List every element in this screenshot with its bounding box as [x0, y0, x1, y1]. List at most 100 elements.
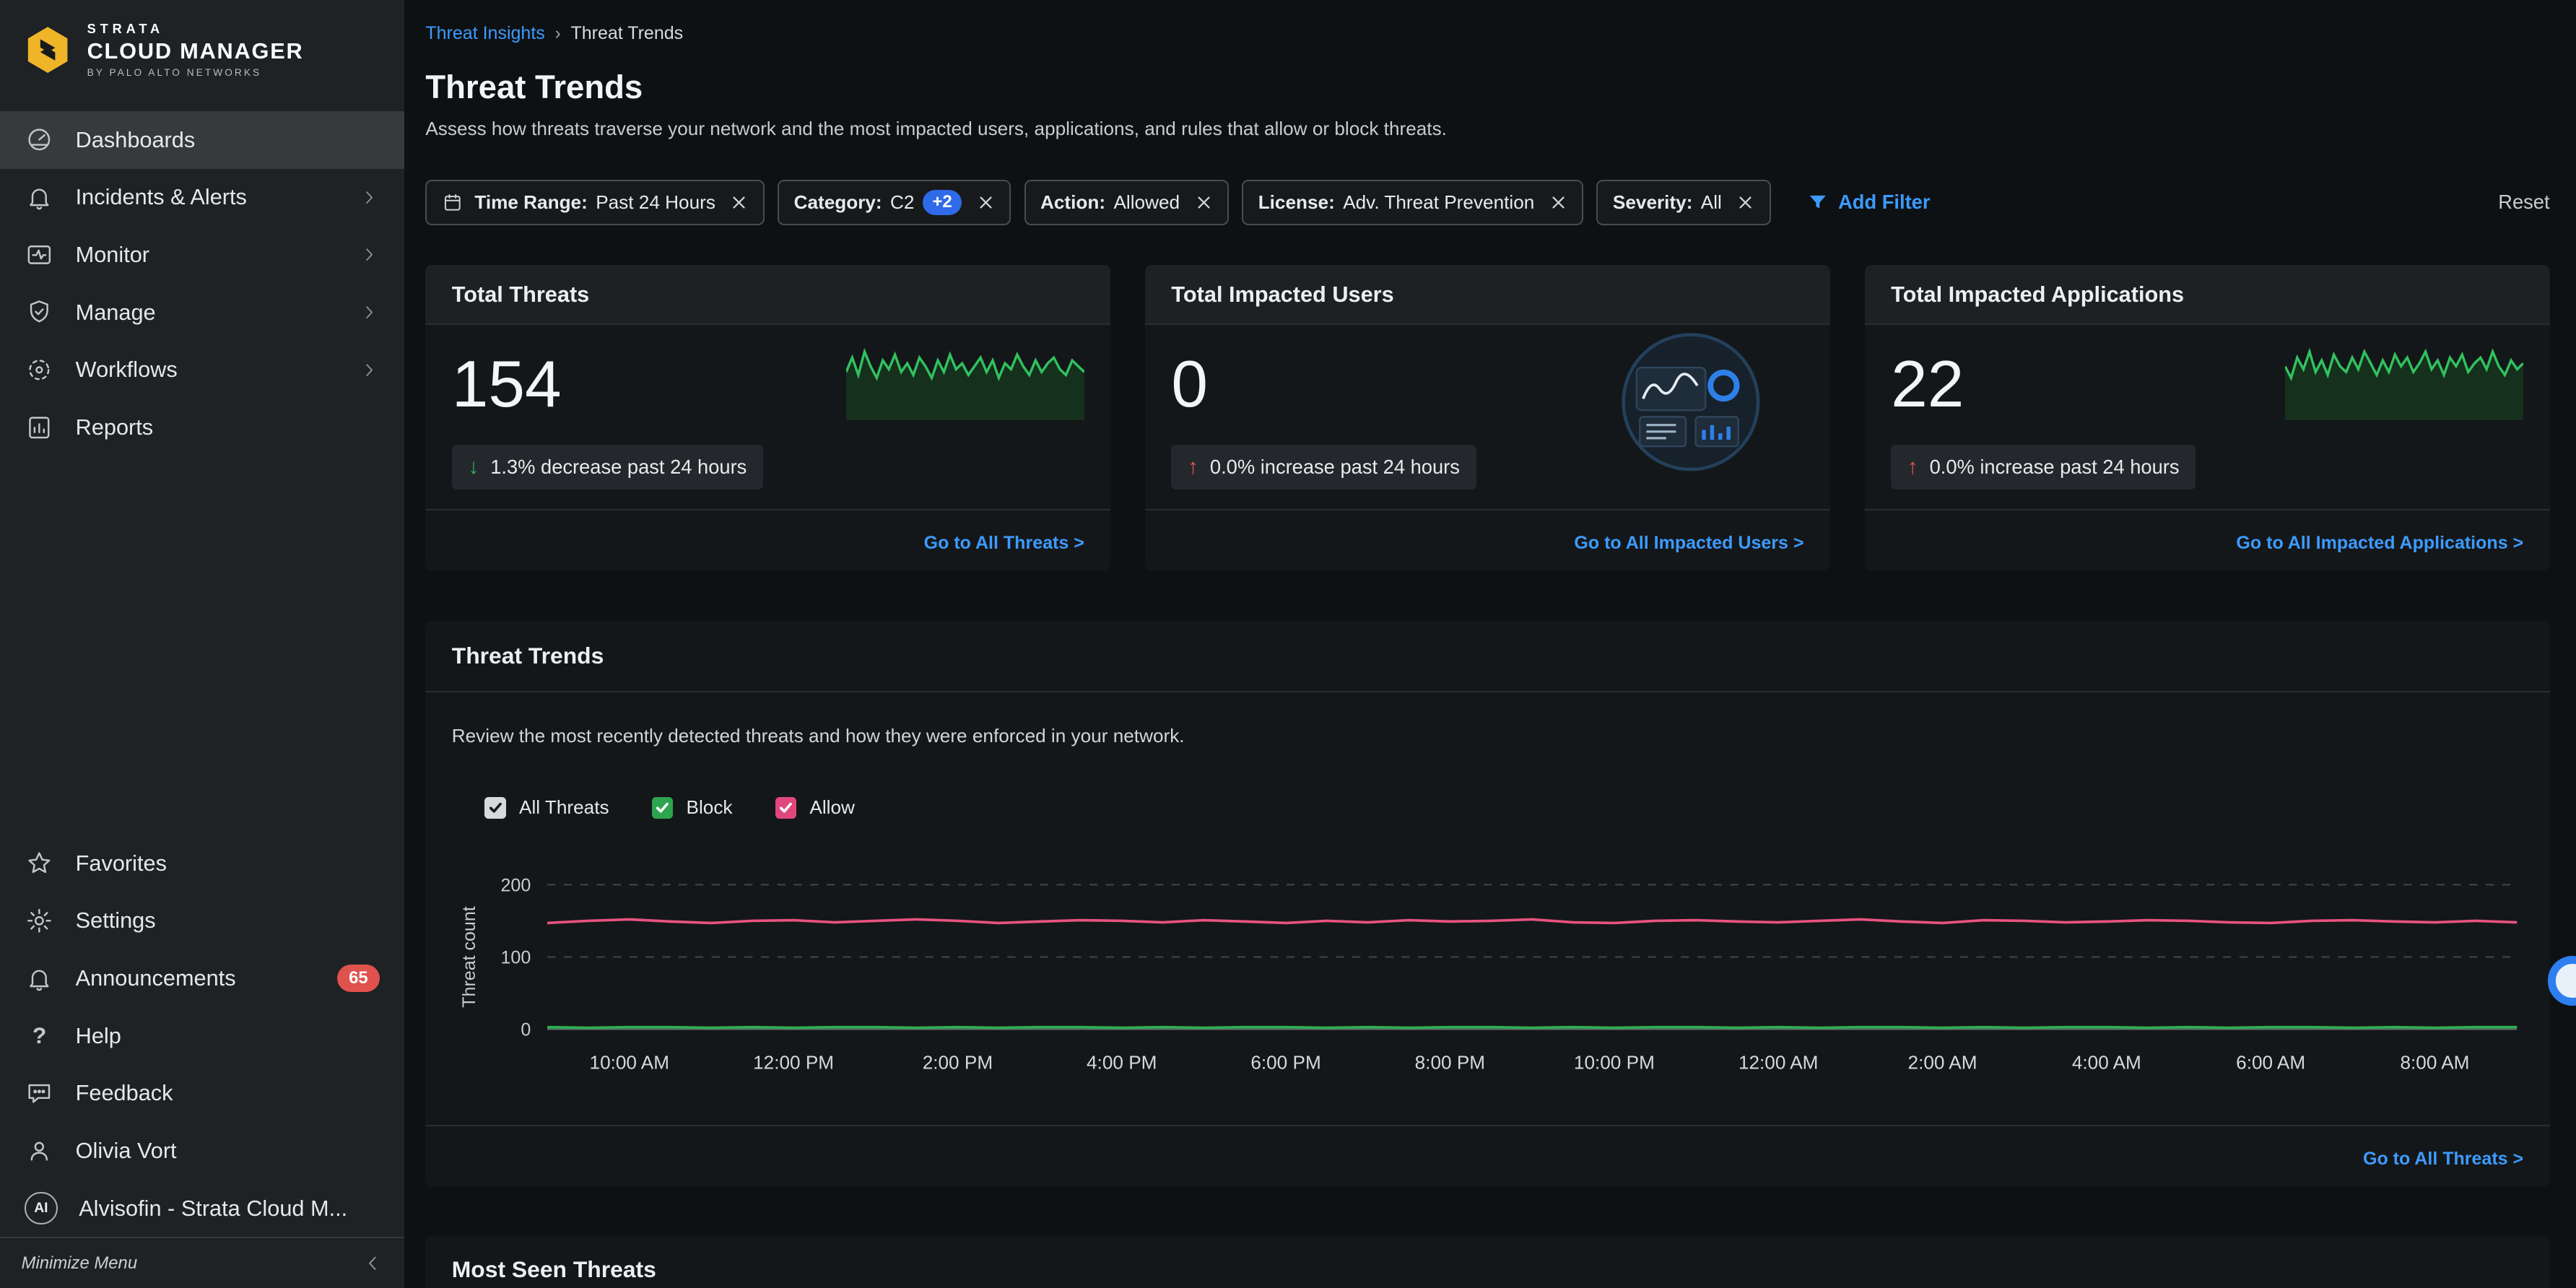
funnel-icon [1807, 192, 1829, 214]
filter-chip-label: Time Range: [474, 191, 588, 214]
filter-chip-label: Action: [1040, 191, 1105, 214]
arrow-up-icon: ↑ [1188, 455, 1198, 479]
filter-chip-severity[interactable]: Severity: All [1596, 180, 1770, 226]
threat-trends-panel: Threat Trends Review the most recently d… [425, 621, 2549, 1185]
close-icon[interactable] [1736, 193, 1754, 212]
minimize-menu-button[interactable]: Minimize Menu [0, 1237, 404, 1288]
card-title: Total Impacted Users [1145, 265, 1830, 326]
card-title: Total Threats [425, 265, 1110, 326]
sidebar-item-dashboards[interactable]: Dashboards [0, 111, 404, 169]
close-icon[interactable] [1549, 193, 1567, 212]
announcements-count-badge: 65 [337, 965, 379, 992]
threat-trends-chart[interactable]: 0100200Threat count10:00 AM12:00 PM2:00 … [452, 858, 2523, 1105]
sidebar-item-monitor[interactable]: Monitor [0, 226, 404, 284]
filter-chip-value: Allowed [1113, 191, 1180, 214]
breadcrumb-threat-insights-link[interactable]: Threat Insights [425, 23, 544, 44]
svg-text:4:00 AM: 4:00 AM [2072, 1051, 2141, 1073]
sidebar-item-workflows[interactable]: Workflows [0, 341, 404, 399]
filter-chip-label: Category: [794, 191, 882, 214]
person-icon [25, 1136, 54, 1166]
main-content: Threat Insights › Threat Trends Threat T… [404, 0, 2576, 1288]
sidebar-item-reports[interactable]: Reports [0, 399, 404, 456]
sidebar-item-favorites[interactable]: Favorites [0, 835, 404, 892]
svg-text:4:00 PM: 4:00 PM [1087, 1051, 1157, 1073]
gear-icon [25, 906, 54, 936]
legend-label: All Threats [519, 796, 609, 819]
checkbox-checked-icon [484, 797, 506, 819]
chevron-right-icon [360, 188, 379, 207]
impacted-users-empty-illustration [1620, 331, 1762, 479]
sidebar-item-tenant-alvisofin[interactable]: AI Alvisofin - Strata Cloud M... [0, 1180, 404, 1237]
sidebar-item-label: Settings [76, 908, 156, 934]
go-to-all-impacted-users-link[interactable]: Go to All Impacted Users > [1574, 533, 1803, 553]
svg-text:12:00 PM: 12:00 PM [753, 1051, 834, 1073]
panel-body: Review the most recently detected threat… [425, 692, 2549, 1105]
time-range-icon [442, 192, 464, 214]
sidebar-item-incidents-alerts[interactable]: Incidents & Alerts [0, 169, 404, 227]
panel-title: Most Seen Threats [425, 1235, 2549, 1288]
sidebar: STRATA CLOUD MANAGER BY PALO ALTO NETWOR… [0, 0, 404, 1288]
sidebar-spacer [0, 456, 404, 815]
panel-description: Review the most recently detected threat… [452, 725, 2523, 747]
chevron-left-icon [362, 1253, 383, 1274]
breadcrumb: Threat Insights › Threat Trends [425, 0, 2549, 44]
filter-chip-value: C2 [890, 191, 914, 214]
reset-filters-button[interactable]: Reset [2498, 191, 2549, 214]
monitor-icon [25, 240, 54, 270]
svg-text:6:00 AM: 6:00 AM [2236, 1051, 2305, 1073]
svg-text:100: 100 [500, 948, 531, 968]
sidebar-footer-nav: Favorites Settings Announcements 65 ? He… [0, 835, 404, 1237]
card-footer: Go to All Impacted Applications > [1865, 509, 2550, 570]
sidebar-item-label: Dashboards [76, 127, 196, 153]
breadcrumb-chevron-icon: › [554, 23, 560, 44]
sidebar-item-label: Announcements [76, 965, 236, 991]
go-to-all-threats-link[interactable]: Go to All Threats > [924, 533, 1084, 553]
bell-icon [25, 964, 54, 993]
sidebar-item-settings[interactable]: Settings [0, 892, 404, 950]
filter-chip-value: All [1701, 191, 1722, 214]
sidebar-item-feedback[interactable]: Feedback [0, 1065, 404, 1123]
sidebar-item-manage[interactable]: Manage [0, 284, 404, 341]
sidebar-item-announcements[interactable]: Announcements 65 [0, 949, 404, 1007]
checkbox-checked-icon [775, 797, 797, 819]
card-body: 0 [1145, 325, 1830, 509]
delta-chip: ↑ 0.0% increase past 24 hours [1891, 445, 2196, 489]
page-title: Threat Trends [425, 69, 2549, 106]
filter-chip-label: License: [1258, 191, 1335, 214]
minimize-menu-label: Minimize Menu [22, 1253, 138, 1274]
svg-text:0: 0 [521, 1020, 531, 1040]
delta-chip: ↑ 0.0% increase past 24 hours [1171, 445, 1476, 489]
sidebar-item-label: Reports [76, 414, 154, 440]
page-subtitle: Assess how threats traverse your network… [425, 118, 2549, 140]
filter-chip-action[interactable]: Action: Allowed [1024, 180, 1230, 226]
close-icon[interactable] [977, 193, 995, 212]
arrow-up-icon: ↑ [1907, 455, 1918, 479]
star-icon [25, 848, 54, 878]
filter-chip-label: Severity: [1613, 191, 1693, 214]
go-to-all-threats-link[interactable]: Go to All Threats > [2363, 1149, 2523, 1169]
workflows-icon [25, 355, 54, 385]
tenant-avatar: AI [25, 1192, 58, 1225]
filter-chip-time-range[interactable]: Time Range: Past 24 Hours [425, 180, 765, 226]
legend-allow-checkbox[interactable]: Allow [775, 796, 855, 819]
filter-chip-category[interactable]: Category: C2 +2 [778, 180, 1011, 226]
add-filter-button[interactable]: Add Filter [1807, 191, 1931, 214]
chart-legend: All Threats Block Allow [484, 796, 2523, 819]
svg-text:6:00 PM: 6:00 PM [1250, 1051, 1320, 1073]
close-icon[interactable] [730, 193, 748, 212]
feedback-bubble-icon [25, 1079, 54, 1108]
filter-chip-license[interactable]: License: Adv. Threat Prevention [1242, 180, 1583, 226]
legend-block-checkbox[interactable]: Block [652, 796, 733, 819]
svg-text:Threat count: Threat count [459, 906, 479, 1007]
sidebar-item-user-olivia-vort[interactable]: Olivia Vort [0, 1122, 404, 1180]
close-icon[interactable] [1195, 193, 1213, 212]
sidebar-item-label: Workflows [76, 357, 178, 383]
panel-footer: Go to All Threats > [425, 1125, 2549, 1186]
category-more-badge[interactable]: +2 [923, 190, 962, 215]
sidebar-item-help[interactable]: ? Help [0, 1007, 404, 1065]
legend-all-threats-checkbox[interactable]: All Threats [484, 796, 609, 819]
strata-logo-icon [23, 25, 72, 74]
go-to-all-impacted-applications-link[interactable]: Go to All Impacted Applications > [2236, 533, 2523, 553]
brand-line-sub: BY PALO ALTO NETWORKS [87, 67, 304, 78]
chevron-right-icon [360, 303, 379, 322]
